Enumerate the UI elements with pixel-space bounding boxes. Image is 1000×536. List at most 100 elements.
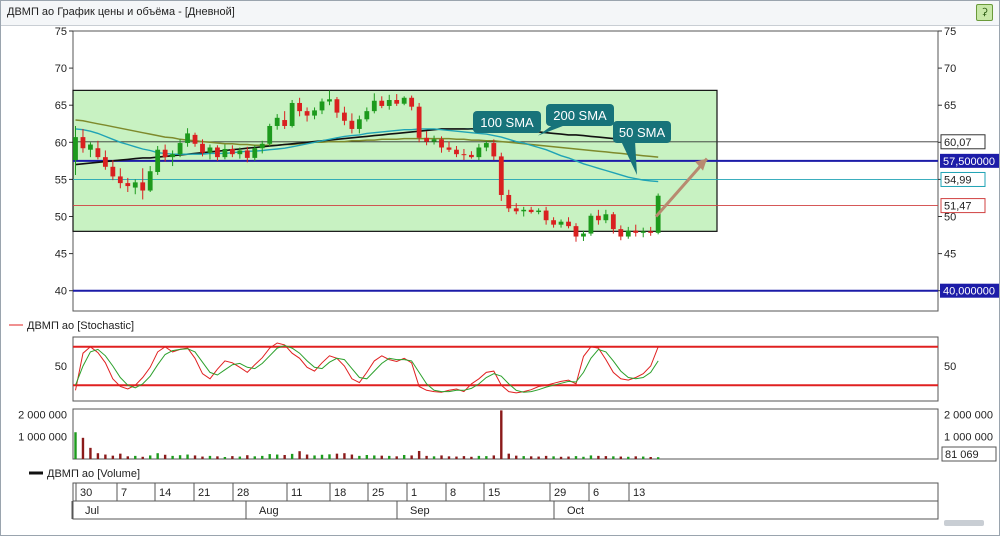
volume-bar [410, 455, 413, 459]
candle-body [244, 150, 250, 158]
volume-bar [253, 456, 256, 459]
volume-bar [178, 455, 182, 459]
candle-body [102, 157, 108, 167]
month-label: Sep [410, 505, 430, 517]
date-label: 30 [80, 487, 92, 499]
volume-bar [656, 457, 660, 459]
date-label: 25 [372, 487, 384, 499]
candle-body [132, 182, 138, 188]
y-tick-label-left: 50 [55, 212, 67, 224]
date-label: 21 [198, 487, 210, 499]
candle-body [110, 166, 116, 177]
candle-body [506, 194, 512, 209]
callout-label: 100 SMA [480, 115, 534, 130]
date-label: 6 [593, 487, 599, 499]
volume-bar [477, 455, 481, 459]
volume-panel [72, 408, 939, 460]
candle-body [394, 100, 400, 104]
candle-body [170, 154, 176, 158]
candle-body [312, 110, 317, 116]
volume-bar [627, 456, 630, 459]
volume-bar [642, 456, 645, 459]
volume-bar [373, 455, 376, 459]
date-label: 1 [411, 487, 417, 499]
volume-bar [141, 456, 144, 459]
volume-bar [134, 455, 137, 459]
candle-body [476, 147, 482, 158]
level-tag-label: 40,000000 [943, 286, 995, 298]
chart-area[interactable]: 7575707065656060555550504545404060,0754,… [1, 25, 999, 521]
candle-body [177, 143, 183, 155]
volume-bar [470, 456, 473, 459]
horizontal-scrollbar[interactable] [944, 520, 984, 526]
level-tag-label: 57,500000 [943, 156, 995, 168]
candle-body [603, 214, 609, 221]
candle-body [371, 100, 377, 112]
candle-body [327, 99, 332, 102]
candle-body [140, 182, 146, 191]
volume-bar [268, 454, 271, 459]
candle-body [431, 139, 437, 142]
candle-body [117, 176, 123, 184]
date-label: 15 [488, 487, 500, 499]
pin-icon[interactable]: ⚳ [976, 4, 993, 21]
volume-bar [604, 456, 608, 459]
volume-bar [275, 454, 279, 459]
volume-bar [223, 456, 227, 459]
candle-body [573, 226, 579, 237]
volume-bar [261, 455, 264, 459]
candle-body [80, 137, 86, 149]
candle-body [147, 171, 153, 191]
volume-bar [597, 455, 600, 459]
volume-bar [126, 456, 129, 459]
volume-bar [186, 454, 189, 459]
volume-bar [380, 455, 383, 459]
y-tick-label-left: 45 [55, 249, 67, 261]
month-label: Jul [85, 505, 99, 517]
candle-body [207, 147, 213, 153]
candle-body [259, 143, 265, 149]
volume-bar [619, 456, 623, 459]
volume-bar [238, 456, 242, 459]
date-label: 7 [121, 487, 127, 499]
y-tick-label-right: 45 [944, 249, 956, 261]
y-tick-label-left: 40 [55, 286, 67, 298]
volume-legend: ДВМП ао [Volume] [47, 468, 140, 480]
candle-body [304, 111, 310, 116]
candle-body [267, 125, 273, 144]
candle-body [297, 102, 302, 112]
volume-bar [559, 456, 563, 459]
candle-body [289, 102, 295, 126]
price-tag-label: 51,47 [944, 201, 972, 213]
volume-tick-left: 2 000 000 [18, 409, 67, 421]
volume-bar [582, 456, 585, 459]
candle-body [588, 215, 594, 234]
candle-body [640, 231, 646, 233]
month-label: Oct [567, 505, 584, 517]
candle-body [648, 231, 654, 233]
volume-bar [537, 456, 540, 459]
candle-body [491, 143, 497, 157]
volume-bar [589, 455, 593, 459]
volume-bar [402, 454, 406, 459]
volume-bar [156, 453, 159, 459]
volume-bar [365, 454, 369, 459]
volume-tick-right: 2 000 000 [944, 409, 993, 421]
candle-body [566, 221, 571, 227]
volume-bar [201, 456, 204, 459]
volume-bar [111, 455, 115, 459]
candle-body [274, 117, 280, 126]
volume-bar [492, 455, 496, 459]
volume-bar [447, 456, 451, 459]
volume-last-label: 81 069 [945, 449, 979, 461]
candle-body [558, 221, 564, 225]
volume-bar [507, 453, 510, 459]
candle-body [543, 210, 549, 221]
candle-body [581, 233, 586, 237]
candle-body [551, 220, 556, 225]
volume-bar [485, 456, 488, 459]
date-label: 13 [633, 487, 645, 499]
volume-bar [455, 456, 458, 459]
window-title: ДВМП ао График цены и объёма - [Дневной] [7, 6, 235, 18]
callout-label: 50 SMA [619, 125, 666, 140]
